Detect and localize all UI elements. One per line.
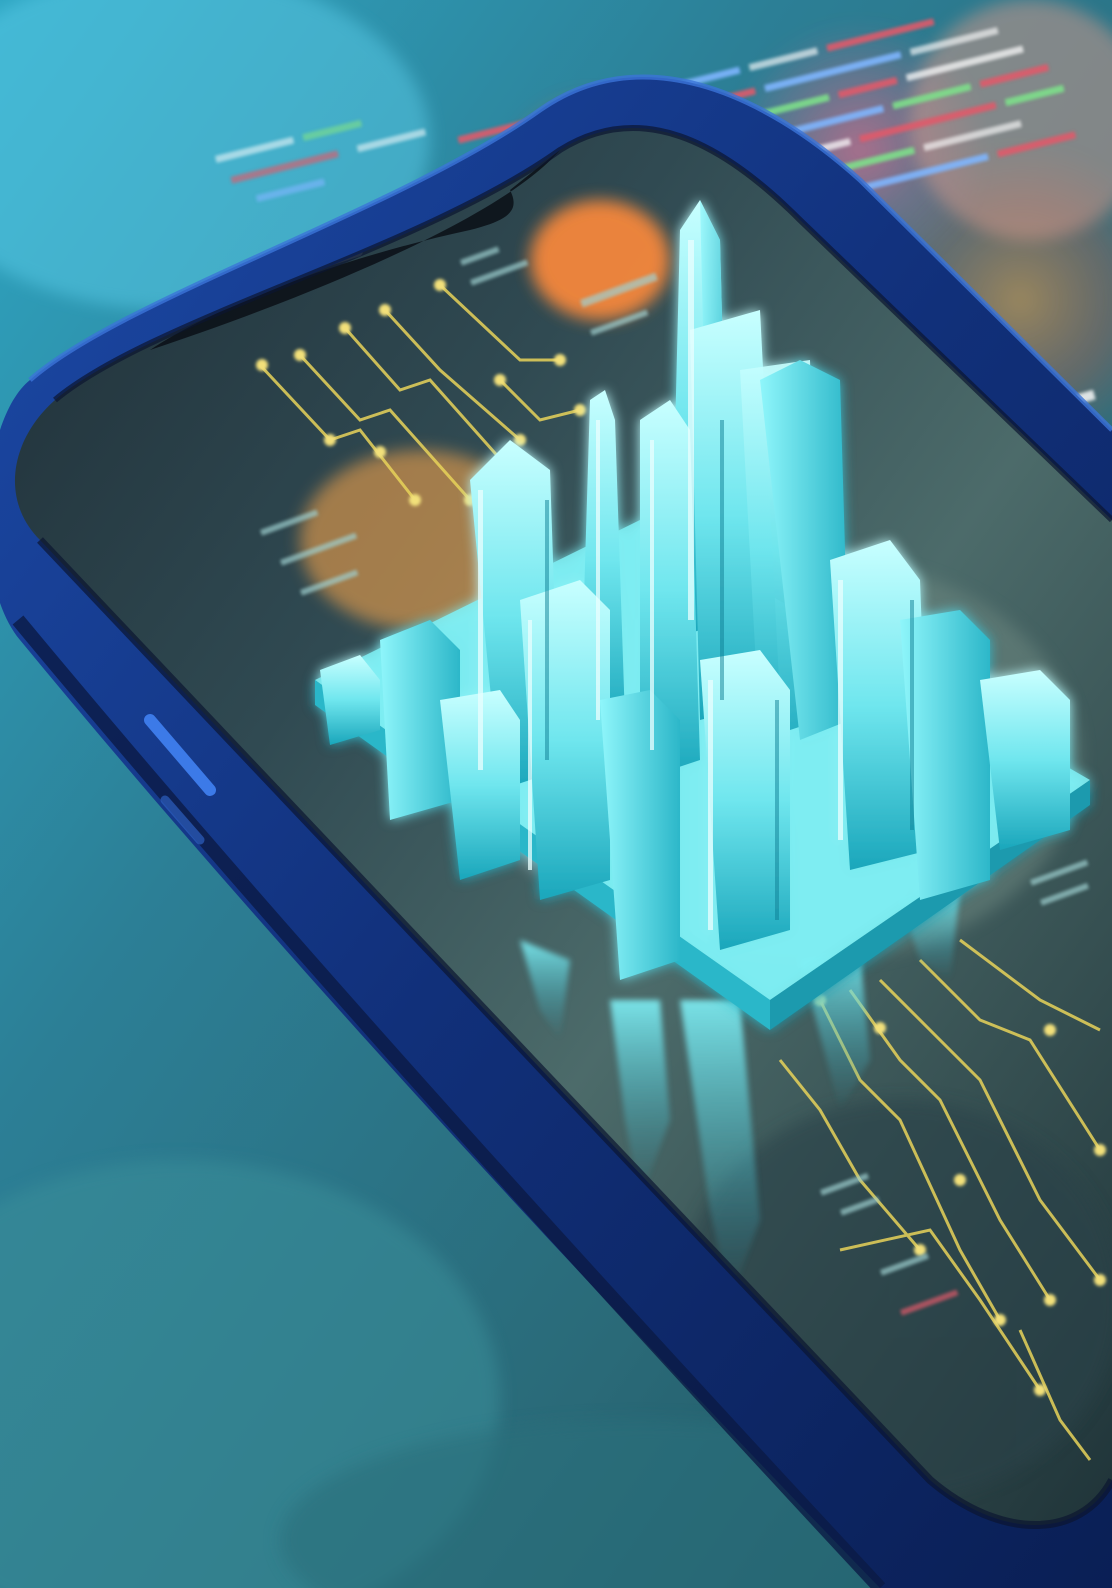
photo-scene [0,0,1112,1588]
